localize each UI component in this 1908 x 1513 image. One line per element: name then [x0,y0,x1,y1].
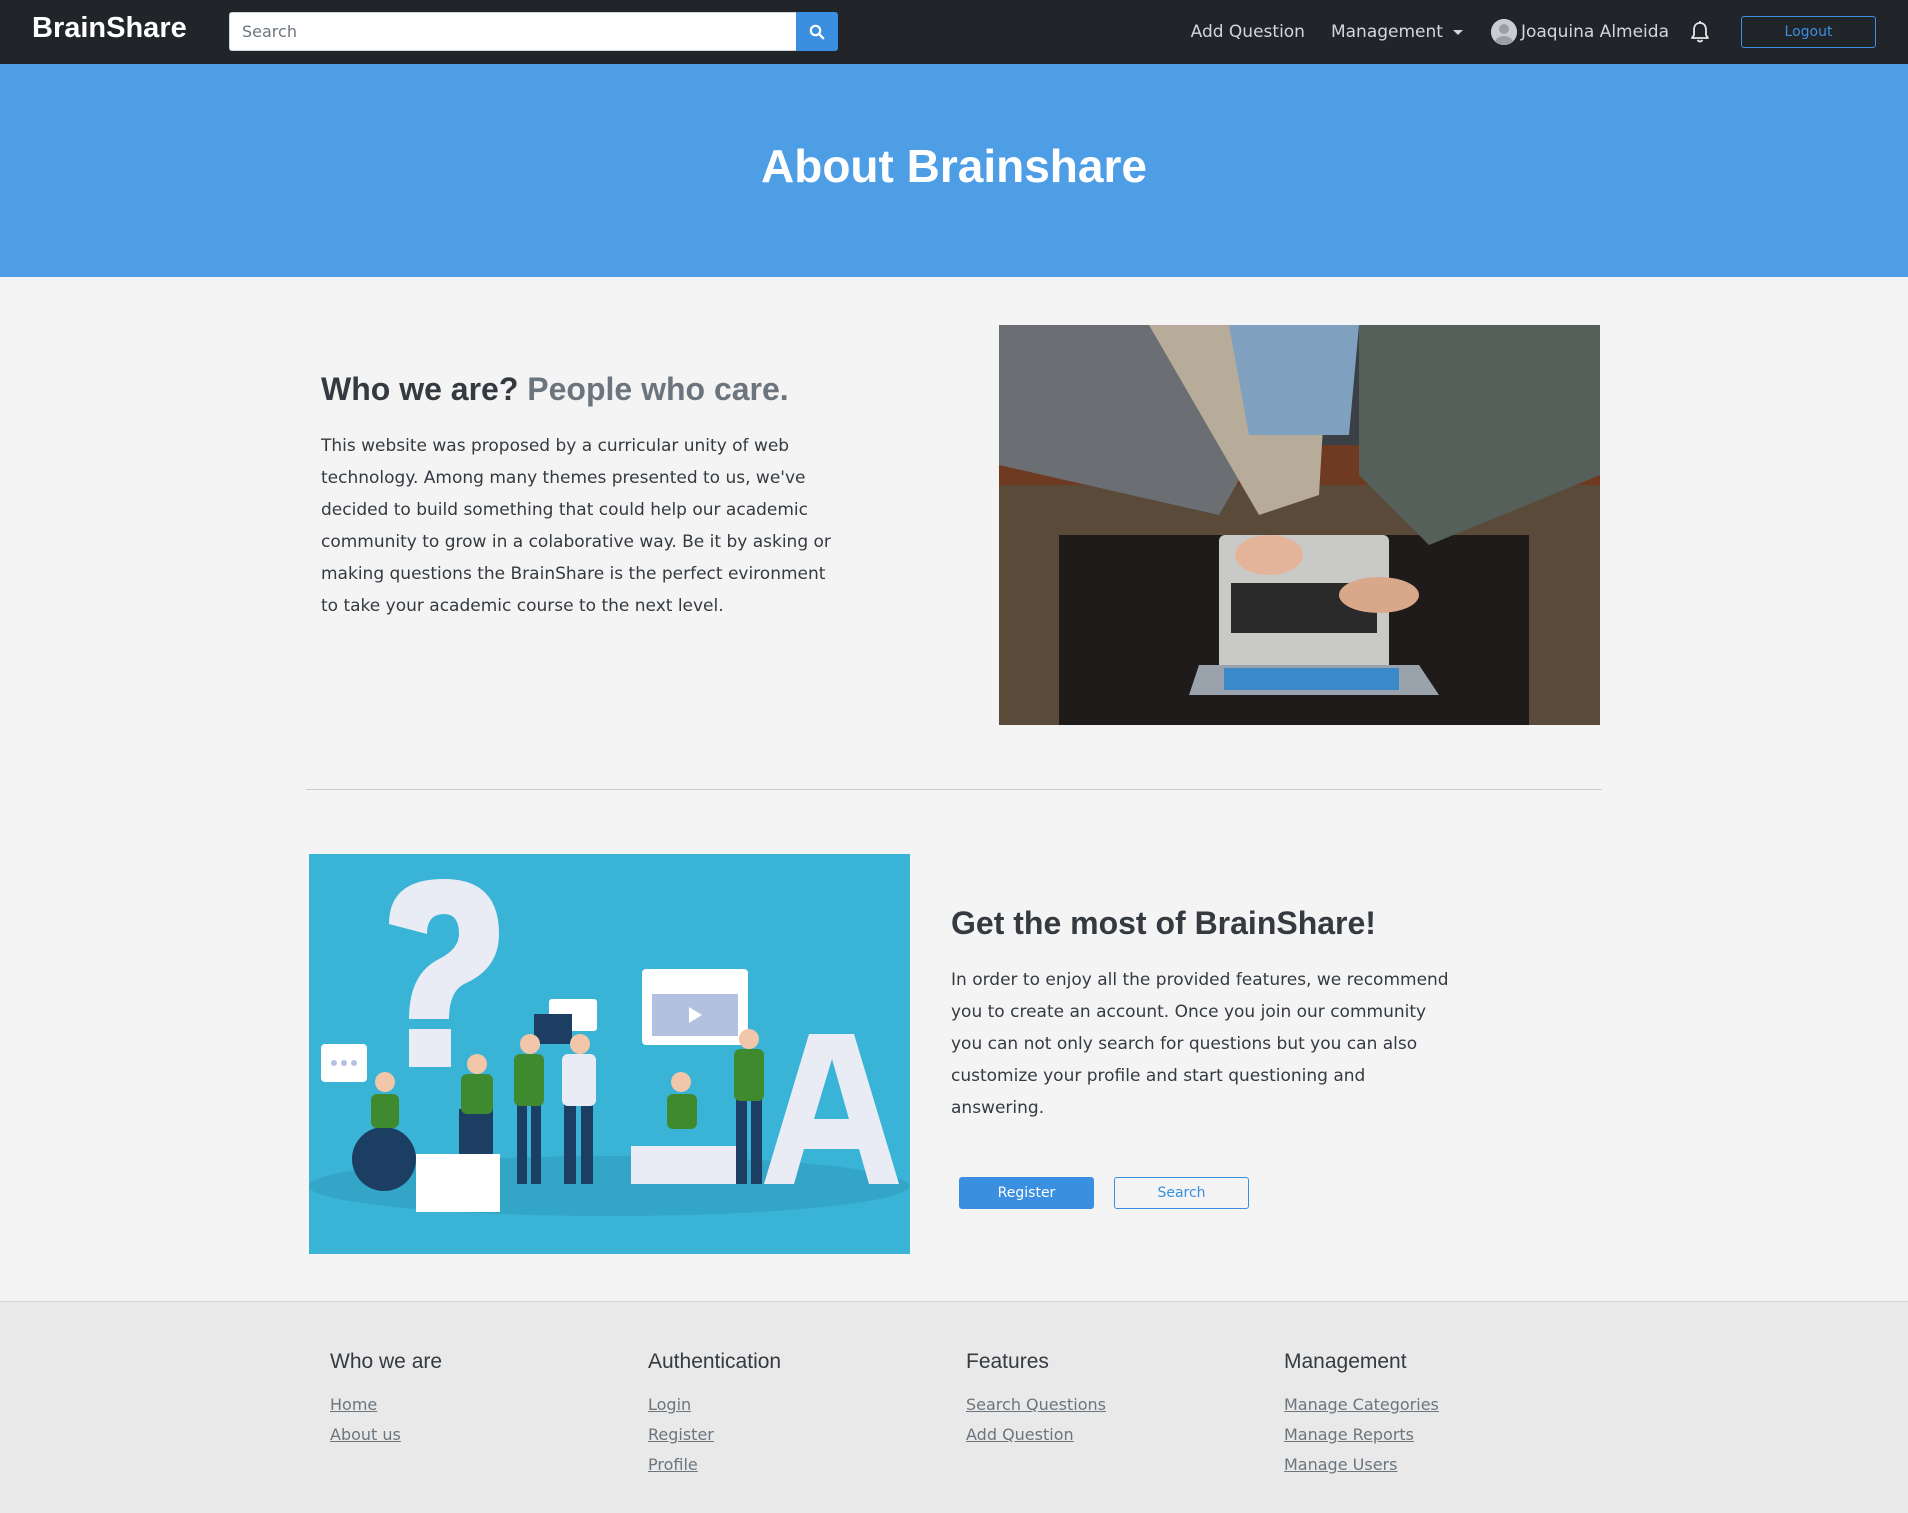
footer-col-authentication: Authentication Login Register Profile [648,1350,781,1480]
who-heading-main: Who we are? [321,371,519,407]
page-title: About Brainshare [761,139,1147,192]
get-the-most-heading: Get the most of BrainShare! [951,905,1376,941]
notifications-button[interactable] [1689,20,1711,44]
footer-link-register[interactable]: Register [648,1420,781,1450]
who-we-are-text: This website was proposed by a curricula… [321,436,831,616]
footer-link-home[interactable]: Home [330,1390,442,1420]
logout-button[interactable]: Logout [1741,16,1876,48]
footer-col-management: Management Manage Categories Manage Repo… [1284,1350,1439,1480]
footer-col-features: Features Search Questions Add Question [966,1350,1106,1450]
search-icon [809,24,825,39]
who-we-are-heading: Who we are? People who care. [321,371,831,408]
management-label: Management [1330,22,1443,42]
search-bar [229,12,838,51]
footer: Who we are Home About us Authentication … [0,1301,1908,1513]
navbar: BrainShare Add Question Management Joaq [0,0,1908,64]
footer-link-search-questions[interactable]: Search Questions [966,1390,1106,1420]
footer-heading: Features [966,1350,1049,1373]
user-avatar-icon [1490,19,1517,45]
get-the-most-text: In order to enjoy all the provided featu… [951,970,1449,1118]
cta-buttons: Register Search [959,1177,1249,1209]
user-menu[interactable]: Joaquina Almeida [1490,19,1669,45]
who-we-are-block: Who we are? People who care. This websit… [321,371,831,622]
community-illustration [309,854,910,1254]
management-dropdown[interactable]: Management [1331,22,1463,42]
footer-col-who-we-are: Who we are Home About us [330,1350,442,1450]
footer-link-manage-users[interactable]: Manage Users [1284,1450,1439,1480]
footer-link-profile[interactable]: Profile [648,1450,781,1480]
user-name: Joaquina Almeida [1520,22,1669,42]
footer-heading: Management [1284,1350,1407,1373]
brand-logo[interactable]: BrainShare [32,12,187,45]
footer-link-manage-reports[interactable]: Manage Reports [1284,1420,1439,1450]
search-input[interactable] [229,12,796,51]
navbar-right: Add Question Management Joaquina Almeida [1191,0,1876,64]
search-cta-button[interactable]: Search [1114,1177,1249,1209]
footer-heading: Authentication [648,1350,782,1373]
team-laptop-photo [999,325,1600,725]
footer-link-add-question[interactable]: Add Question [966,1420,1106,1450]
search-button[interactable] [796,12,838,51]
caret-down-icon [1452,29,1463,35]
bell-icon [1691,21,1709,43]
get-the-most-block: Get the most of BrainShare! In order to … [951,905,1451,1124]
footer-link-login[interactable]: Login [648,1390,781,1420]
section-divider [306,789,1602,790]
footer-heading: Who we are [330,1350,443,1373]
who-heading-muted: People who care. [527,371,789,407]
footer-link-manage-categories[interactable]: Manage Categories [1284,1390,1439,1420]
add-question-link[interactable]: Add Question [1191,22,1305,42]
register-button[interactable]: Register [959,1177,1094,1209]
hero-banner: About Brainshare [0,64,1908,277]
footer-link-about-us[interactable]: About us [330,1420,442,1450]
